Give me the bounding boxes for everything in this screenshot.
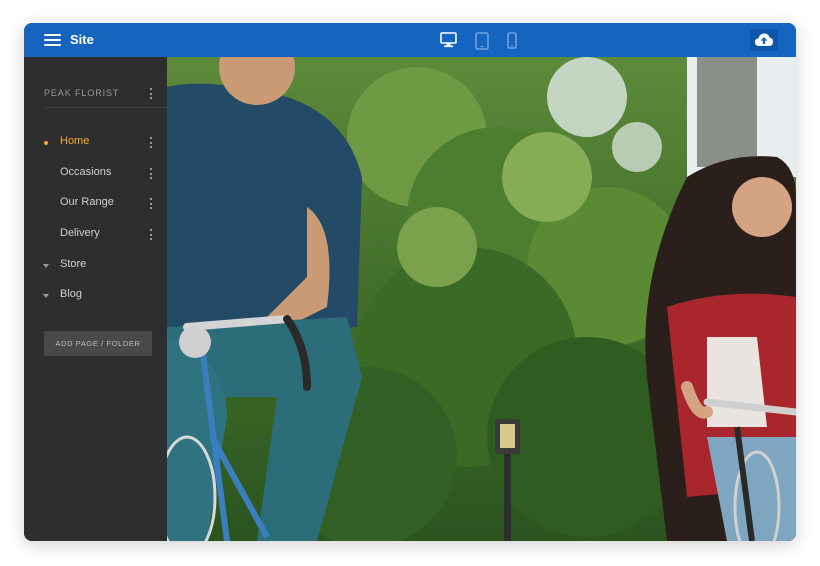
tablet-icon[interactable] [475,32,489,50]
page-options-icon[interactable] [149,198,153,210]
mobile-icon[interactable] [507,32,517,49]
hero-image [167,57,796,541]
editor-window: Site PEAK FLORIST Home Occasions Our Ran… [24,23,796,541]
sidebar-item-label: Occasions [60,166,112,178]
sidebar-item-label: Store [60,258,87,270]
sidebar-item-label: Home [60,135,90,147]
sidebar-item-delivery[interactable]: Delivery [24,223,167,247]
folder-expand-icon[interactable] [43,294,49,298]
sidebar-item-occasions[interactable]: Occasions [24,162,167,186]
hero-photo-cyclists [167,57,796,541]
site-brand-name: PEAK FLORIST [44,88,120,98]
page-options-icon[interactable] [149,229,153,241]
sidebar-item-home[interactable]: Home [24,131,167,155]
site-label[interactable]: Site [70,32,94,47]
sidebar-item-store[interactable]: Store [24,254,167,278]
sidebar-item-label: Delivery [60,227,100,239]
sidebar-item-label: Our Range [60,196,114,208]
publish-button[interactable] [750,29,778,51]
page-options-icon[interactable] [149,137,153,149]
top-toolbar: Site [24,23,796,57]
sidebar-item-label: Blog [60,288,83,300]
cloud-upload-icon [755,33,773,46]
desktop-icon[interactable] [440,32,457,48]
folder-expand-icon[interactable] [43,264,49,268]
site-sidebar: PEAK FLORIST Home Occasions Our Range De… [24,57,167,541]
brand-options-icon[interactable] [149,88,153,100]
sidebar-item-our-range[interactable]: Our Range [24,192,167,216]
active-bullet-icon [44,141,48,145]
hamburger-menu-icon[interactable] [44,33,61,47]
add-page-folder-button[interactable]: ADD PAGE / FOLDER [44,331,152,356]
page-options-icon[interactable] [149,168,153,180]
sidebar-divider [44,107,167,108]
sidebar-item-blog[interactable]: Blog [24,284,167,308]
